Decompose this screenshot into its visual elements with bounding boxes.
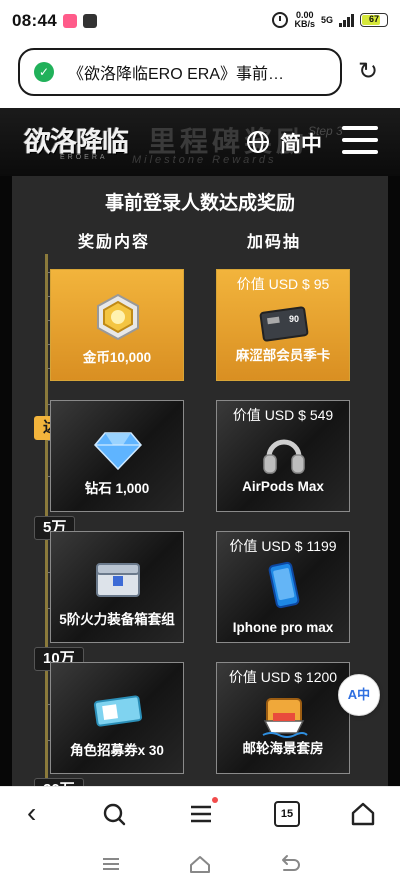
bonus-price: 价值 USD $ 549 [232, 407, 334, 423]
back-icon[interactable]: ‹ [27, 799, 53, 827]
membership-card-icon [259, 306, 309, 342]
milestone-tag: 20万 [34, 778, 84, 786]
status-bar: 08:44 0.00 KB/s 5G 67 [0, 0, 400, 42]
bonus-name: Iphone pro max [232, 620, 334, 635]
card-number: 90 [289, 314, 300, 324]
search-icon[interactable] [101, 801, 127, 827]
bonus-price: 价值 USD $ 95 [236, 276, 330, 292]
diamond-icon [93, 432, 143, 471]
bonus-name: 麻涩部会员季卡 [235, 348, 331, 363]
reward-name: 金币10,000 [82, 350, 152, 365]
bonus-card-iphone[interactable]: 价值 USD $ 1199 Iphone pro max [216, 531, 350, 643]
browser-toolbar: ‹ 15 [0, 786, 400, 840]
bonus-card-cruise[interactable]: 价值 USD $ 1200 邮轮海景套房 [216, 662, 350, 774]
battery-icon: 67 [360, 13, 388, 27]
home-gesture-icon[interactable] [189, 854, 211, 874]
bonus-price: 价值 USD $ 1200 [228, 669, 338, 685]
reward-name: 5阶火力装备箱套组 [59, 612, 175, 627]
globe-icon[interactable] [246, 130, 270, 154]
section-title: 事前登录人数达成奖励 [104, 193, 295, 214]
signal-bars-icon [339, 13, 354, 27]
home-icon[interactable] [350, 801, 376, 827]
alarm-icon [272, 12, 289, 28]
bonus-name: AirPods Max [242, 479, 324, 494]
recruit-ticket-icon [93, 695, 143, 727]
page-title-url[interactable]: 《欲洛降临ERO ERA》事前… [68, 60, 328, 84]
notification-dot [212, 797, 218, 803]
back-gesture-icon[interactable] [278, 854, 300, 874]
notification-app-icon [62, 14, 77, 28]
address-bar[interactable]: ✓ 《欲洛降临ERO ERA》事前… [18, 48, 342, 96]
network-speed: 0.00 KB/s [294, 10, 315, 29]
ghost-subheading: Milestone Rewards [132, 154, 277, 166]
reward-name: 角色招募券x 30 [70, 743, 164, 758]
cruise-ship-icon [262, 698, 308, 738]
milestone-panel: 事前登录人数达成奖励 奖励内容 加码抽 金币10,000 价值 USD $ 95 [12, 176, 388, 786]
reload-icon[interactable]: ↻ [354, 58, 382, 86]
status-time: 08:44 [12, 11, 57, 30]
equipment-chest-icon [96, 563, 140, 597]
bonus-price: 价值 USD $ 1199 [229, 538, 337, 554]
signal-type: 5G [320, 15, 333, 25]
site-header: 里程碑奖励 Milestone Rewards Step 3 欲洛降临 EROE… [0, 108, 400, 176]
hamburger-menu-icon[interactable] [342, 126, 378, 158]
smartphone-icon [268, 561, 300, 609]
menu-icon[interactable] [188, 801, 214, 827]
tabs-count: 15 [280, 808, 294, 820]
tabs-button[interactable]: 15 [274, 801, 300, 827]
headphones-icon [263, 439, 305, 474]
reward-card-equipment[interactable]: 5阶火力装备箱套组 [50, 531, 184, 643]
column-header-rewards: 奖励内容 [78, 234, 151, 251]
reward-name: 钻石 1,000 [84, 481, 150, 496]
language-selector[interactable]: 简中 [280, 128, 322, 158]
recents-icon[interactable] [100, 854, 122, 874]
translate-icon[interactable]: A中 [338, 674, 380, 716]
reward-card-diamonds[interactable]: 钻石 1,000 [50, 400, 184, 512]
gold-coin-icon [97, 293, 139, 341]
shield-check-icon[interactable]: ✓ [34, 62, 54, 82]
reward-card-tickets[interactable]: 角色招募券x 30 [50, 662, 184, 774]
notification-taobao-icon [82, 14, 97, 28]
column-header-bonus: 加码抽 [247, 234, 302, 251]
bonus-card-airpods[interactable]: 价值 USD $ 549 AirPods Max [216, 400, 350, 512]
bonus-name: 邮轮海景套房 [242, 741, 324, 756]
bonus-card-membership[interactable]: 价值 USD $ 95 90 麻涩部会员季卡 [216, 269, 350, 381]
system-navigation [0, 840, 400, 888]
reward-card-coins[interactable]: 金币10,000 [50, 269, 184, 381]
site-logo-sub: EROERA [60, 154, 108, 161]
